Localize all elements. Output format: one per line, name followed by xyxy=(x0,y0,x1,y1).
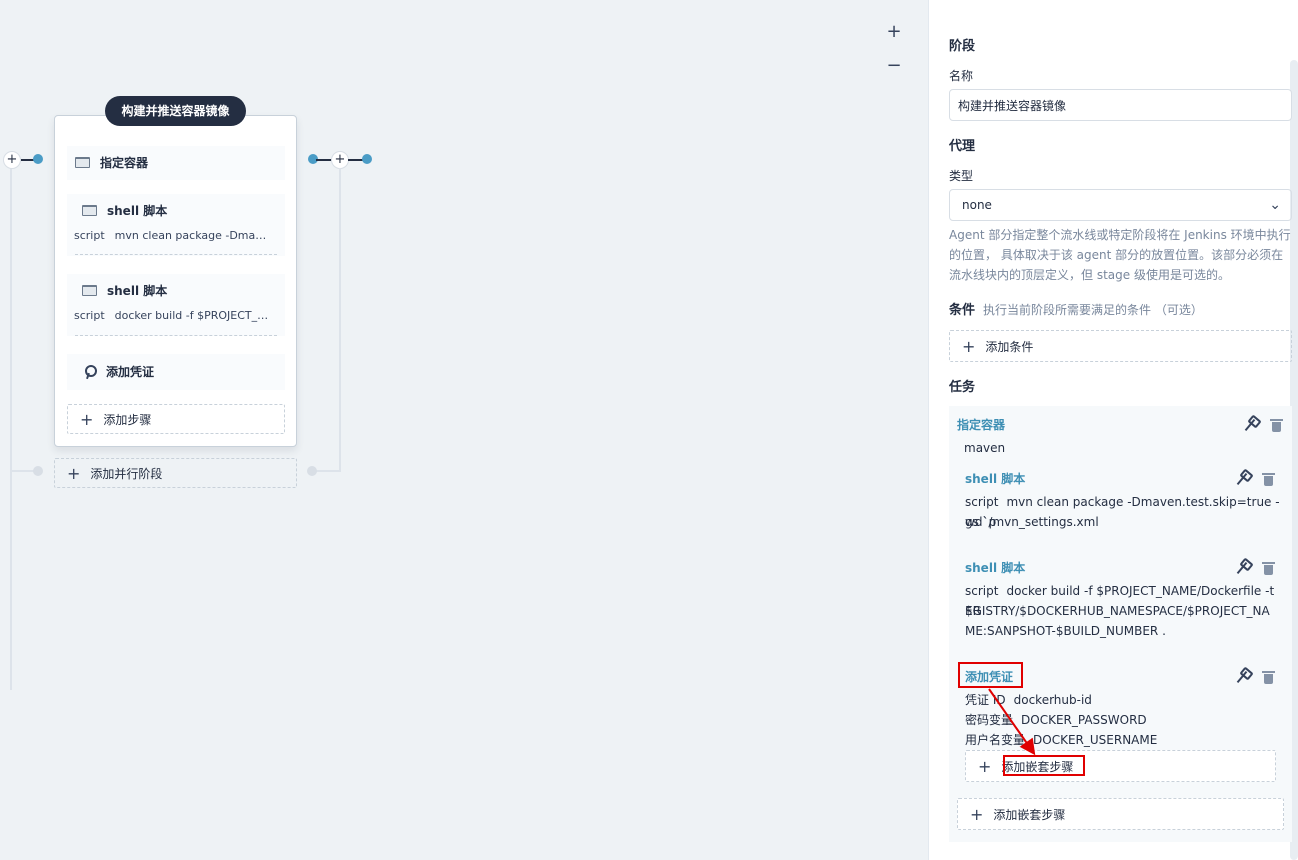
terminal-icon xyxy=(75,157,90,168)
step-title: 添加凭证 xyxy=(106,365,155,379)
shell-2-script-line-2: EGISTRY/$DOCKERHUB_NAMESPACE/$PROJECT_NA xyxy=(965,604,1270,618)
connector-line xyxy=(316,159,332,161)
add-condition-label: 添加条件 xyxy=(985,339,1034,354)
task-name-shell-1[interactable]: shell 脚本 xyxy=(965,470,1025,487)
task-name-shell-2[interactable]: shell 脚本 xyxy=(965,559,1025,576)
step-divider xyxy=(75,335,277,336)
card-step-credential[interactable]: 添加凭证 xyxy=(67,354,285,390)
stage-section-title: 阶段 xyxy=(949,39,976,54)
add-parallel-stage-label: 添加并行阶段 xyxy=(90,466,163,481)
add-nested-step-outer-label: 添加嵌套步骤 xyxy=(993,807,1066,822)
step-key: script xyxy=(74,229,105,242)
key-icon xyxy=(82,364,97,379)
step-title: shell 脚本 xyxy=(107,284,168,298)
condition-title-text: 条件 xyxy=(949,303,976,318)
password-var-value: DOCKER_PASSWORD xyxy=(1021,713,1147,727)
plus-icon: + xyxy=(80,409,94,429)
add-parallel-stage-button[interactable]: + 添加并行阶段 xyxy=(54,458,297,488)
wrench-icon[interactable] xyxy=(1235,670,1249,684)
pipeline-canvas[interactable]: + − + + 指定容器 shell 脚本 script mvn clean pa… xyxy=(0,0,928,860)
wrench-icon[interactable] xyxy=(1235,561,1249,575)
credential-id-key: 凭证 ID xyxy=(965,693,1006,707)
trash-icon[interactable] xyxy=(1262,473,1275,486)
shell-2-script-line-3: ME:SANPSHOT-$BUILD_NUMBER . xyxy=(965,624,1166,638)
stage-name-input[interactable] xyxy=(949,89,1292,121)
parallel-return-line xyxy=(339,168,341,470)
plus-icon: + xyxy=(970,804,984,824)
shell-1-script-line-2: wd`/mvn_settings.xml xyxy=(965,515,1099,529)
trash-icon[interactable] xyxy=(1262,562,1275,575)
agent-help-text: Agent 部分指定整个流水线或特定阶段将在 Jenkins 环境中执行的位置，… xyxy=(949,228,1291,282)
task-container-step: 指定容器 maven shell 脚本 script mvn clean pack… xyxy=(949,406,1292,842)
credential-username-line: 用户名变量 DOCKER_USERNAME xyxy=(965,730,1157,750)
step-key: script xyxy=(74,309,105,322)
pipeline-branch-line xyxy=(10,160,12,690)
highlight-box-credential xyxy=(958,662,1023,688)
insert-stage-after-button[interactable]: + xyxy=(331,151,349,169)
plus-icon: + xyxy=(67,463,81,483)
credential-id-value: dockerhub-id xyxy=(1013,693,1092,707)
card-step-container[interactable]: 指定容器 xyxy=(67,146,285,180)
parallel-end-dot xyxy=(307,466,317,476)
add-step-button[interactable]: + 添加步骤 xyxy=(67,404,285,434)
username-var-value: DOCKER_USERNAME xyxy=(1033,733,1158,747)
condition-hint: 执行当前阶段所需要满足的条件 （可选） xyxy=(983,303,1203,317)
next-stage-dot xyxy=(362,154,372,164)
plus-icon: + xyxy=(978,756,992,776)
task-shell-2: shell 脚本 script docker build -f $PROJECT_… xyxy=(957,551,1284,646)
step-title: 指定容器 xyxy=(100,156,149,170)
insert-stage-before-button[interactable]: + xyxy=(3,151,21,169)
task-name-container[interactable]: 指定容器 xyxy=(957,416,1005,433)
chevron-down-icon: ⌄ xyxy=(1269,197,1281,213)
terminal-icon xyxy=(82,205,97,216)
step-divider xyxy=(75,254,277,255)
add-nested-step-outer-button[interactable]: + 添加嵌套步骤 xyxy=(957,798,1284,830)
parallel-connector-dot xyxy=(33,466,43,476)
plus-icon: + xyxy=(962,336,976,356)
wrench-icon[interactable] xyxy=(1235,472,1249,486)
zoom-in-button[interactable]: + xyxy=(884,22,904,42)
step-title: shell 脚本 xyxy=(107,204,168,218)
task-shell-1: shell 脚本 script mvn clean package -Dmaven… xyxy=(957,462,1284,538)
credential-password-line: 密码变量 DOCKER_PASSWORD xyxy=(965,710,1147,730)
script-key: script xyxy=(965,495,999,509)
trash-icon[interactable] xyxy=(1270,419,1283,432)
credential-id-line: 凭证 ID dockerhub-id xyxy=(965,690,1092,710)
condition-section-title: 条件 执行当前阶段所需要满足的条件 （可选） xyxy=(949,299,1203,318)
name-label: 名称 xyxy=(949,69,974,83)
password-var-key: 密码变量 xyxy=(965,713,1014,727)
agent-type-select[interactable]: none ⌄ xyxy=(949,189,1292,221)
container-value: maven xyxy=(964,441,1006,455)
script-key: script xyxy=(965,584,999,598)
add-step-label: 添加步骤 xyxy=(103,412,152,427)
username-var-key: 用户名变量 xyxy=(965,733,1026,747)
stage-name-pill[interactable]: 构建并推送容器镜像 xyxy=(105,96,246,126)
agent-type-value: none xyxy=(962,198,992,212)
wrench-icon[interactable] xyxy=(1243,418,1257,432)
agent-section-title: 代理 xyxy=(949,139,976,154)
stage-settings-panel: 阶段 名称 代理 类型 none ⌄ Agent 部分指定整个流水线或特定阶段将… xyxy=(928,0,1298,860)
stage-input-dot xyxy=(33,154,43,164)
add-condition-button[interactable]: + 添加条件 xyxy=(949,330,1292,362)
terminal-icon xyxy=(82,285,97,296)
stage-card[interactable]: 指定容器 shell 脚本 script mvn clean package -D… xyxy=(54,115,297,447)
step-value: mvn clean package -Dmaven.test.skip=true… xyxy=(114,229,270,242)
zoom-out-button[interactable]: − xyxy=(884,56,904,76)
highlight-box-nested-step xyxy=(1003,755,1085,776)
card-step-shell-2[interactable]: shell 脚本 script docker build -f $PROJECT_… xyxy=(67,274,285,336)
task-section-title: 任务 xyxy=(949,380,976,395)
card-step-shell-1[interactable]: shell 脚本 script mvn clean package -Dmaven… xyxy=(67,194,285,256)
trash-icon[interactable] xyxy=(1262,671,1275,684)
step-value: docker build -f $PROJECT_NAME/Dockerfile… xyxy=(114,309,270,322)
type-label: 类型 xyxy=(949,169,974,183)
